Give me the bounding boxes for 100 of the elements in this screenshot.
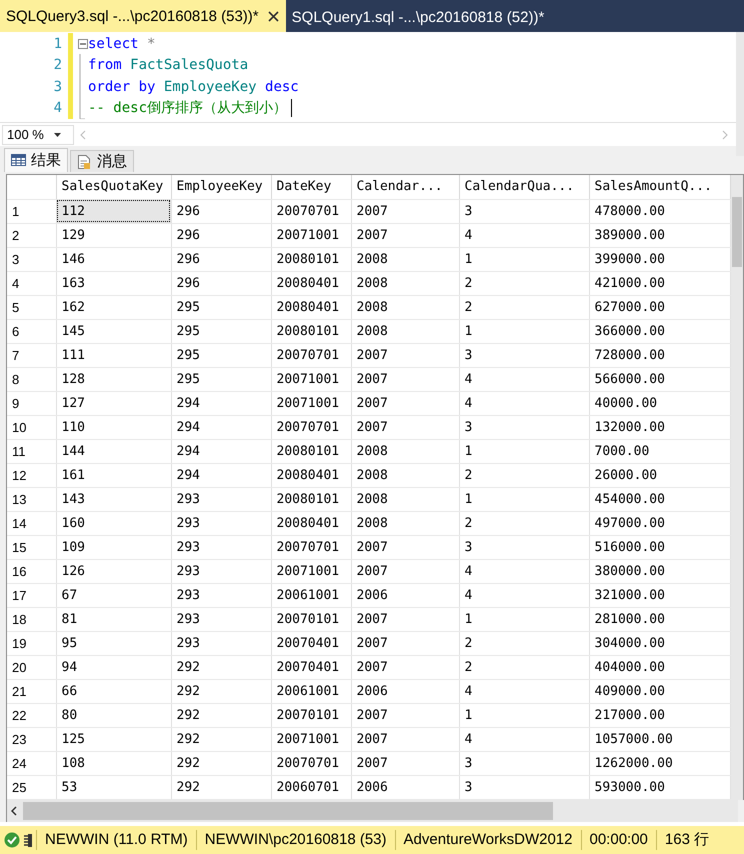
table-cell: 296 xyxy=(171,199,271,223)
table-cell: 2007 xyxy=(351,559,459,583)
table-cell: 20070701 xyxy=(271,535,351,559)
table-cell: 95 xyxy=(56,631,171,655)
row-number[interactable]: 14 xyxy=(7,511,56,535)
table-cell: 20080401 xyxy=(271,463,351,487)
column-header[interactable]: CalendarQua... xyxy=(459,175,589,199)
table-cell: 161 xyxy=(56,463,171,487)
table-cell: 296 xyxy=(171,271,271,295)
row-number[interactable]: 22 xyxy=(7,703,56,727)
table-cell: 20080401 xyxy=(271,511,351,535)
table-cell: 128 xyxy=(56,367,171,391)
row-number[interactable]: 19 xyxy=(7,631,56,655)
table-cell: 94 xyxy=(56,655,171,679)
row-number[interactable]: 9 xyxy=(7,391,56,415)
table-cell: 421000.00 xyxy=(589,271,730,295)
row-number[interactable]: 18 xyxy=(7,607,56,631)
table-cell: 143 xyxy=(56,487,171,511)
code-line: -- desc倒序排序（从大到小） xyxy=(88,99,292,118)
row-number[interactable]: 4 xyxy=(7,271,56,295)
table-cell: 292 xyxy=(171,679,271,703)
row-number[interactable]: 24 xyxy=(7,751,56,775)
row-number[interactable]: 13 xyxy=(7,487,56,511)
result-tab[interactable]: 结果 xyxy=(4,148,68,172)
dropdown-arrow-icon xyxy=(54,132,61,136)
row-number[interactable]: 16 xyxy=(7,559,56,583)
document-tab[interactable]: SQLQuery3.sql -...\pc20160818 (53))* xyxy=(0,0,286,32)
close-icon[interactable] xyxy=(266,10,280,22)
table-cell: 321000.00 xyxy=(589,583,730,607)
row-number[interactable]: 25 xyxy=(7,775,56,799)
code-line: order by EmployeeKey desc xyxy=(88,78,299,95)
table-cell: 4 xyxy=(459,391,589,415)
table-cell: 2 xyxy=(459,655,589,679)
table-cell: 409000.00 xyxy=(589,679,730,703)
table-cell: 296 xyxy=(171,223,271,247)
column-header[interactable]: SalesQuotaKey xyxy=(56,175,171,199)
document-icon xyxy=(77,154,92,168)
table-cell: 2 xyxy=(459,271,589,295)
row-number[interactable]: 11 xyxy=(7,439,56,463)
table-cell: 2007 xyxy=(351,631,459,655)
collapse-icon[interactable] xyxy=(78,38,88,49)
table-cell: 3 xyxy=(459,775,589,799)
table-cell: 399000.00 xyxy=(589,247,730,271)
row-number[interactable]: 12 xyxy=(7,463,56,487)
table-cell: 1 xyxy=(459,607,589,631)
table-cell: 163 xyxy=(56,271,171,295)
row-number[interactable]: 7 xyxy=(7,343,56,367)
table-cell: 2008 xyxy=(351,295,459,319)
row-number[interactable]: 5 xyxy=(7,295,56,319)
vertical-scrollbar[interactable] xyxy=(736,32,744,156)
table-cell: 295 xyxy=(171,343,271,367)
vertical-scrollbar[interactable] xyxy=(731,175,743,800)
column-header[interactable]: EmployeeKey xyxy=(171,175,271,199)
table-cell: 292 xyxy=(171,703,271,727)
row-number[interactable]: 20 xyxy=(7,655,56,679)
row-number[interactable]: 21 xyxy=(7,679,56,703)
table-cell: 293 xyxy=(171,631,271,655)
row-number[interactable]: 17 xyxy=(7,583,56,607)
table-cell: 7000.00 xyxy=(589,439,730,463)
document-tab[interactable]: SQLQuery1.sql -...\pc20160818 (52))* xyxy=(286,3,550,32)
table-cell: 516000.00 xyxy=(589,535,730,559)
table-cell: 144 xyxy=(56,439,171,463)
column-header[interactable]: SalesAmountQ... xyxy=(589,175,730,199)
table-cell: 1 xyxy=(459,487,589,511)
table-cell: 728000.00 xyxy=(589,343,730,367)
table-cell: 2007 xyxy=(351,415,459,439)
table-cell: 20070101 xyxy=(271,703,351,727)
row-number[interactable]: 10 xyxy=(7,415,56,439)
table-cell: 20071001 xyxy=(271,727,351,751)
row-number[interactable]: 2 xyxy=(7,223,56,247)
table-cell: 20070701 xyxy=(271,199,351,223)
row-number[interactable]: 6 xyxy=(7,319,56,343)
row-number[interactable]: 1 xyxy=(7,199,56,223)
table-cell: 295 xyxy=(171,319,271,343)
column-header[interactable]: Calendar... xyxy=(351,175,459,199)
table-cell: 2007 xyxy=(351,751,459,775)
table-cell: 2008 xyxy=(351,319,459,343)
table-cell: 380000.00 xyxy=(589,559,730,583)
row-number[interactable]: 23 xyxy=(7,727,56,751)
table-cell: 146 xyxy=(56,247,171,271)
table-cell: 4 xyxy=(459,583,589,607)
line-number: 2 xyxy=(52,57,63,74)
status-text: AdventureWorksDW2012 xyxy=(394,830,580,850)
result-tab[interactable]: 消息 xyxy=(70,150,134,172)
row-number[interactable]: 15 xyxy=(7,535,56,559)
table-cell: 53 xyxy=(56,775,171,799)
row-number[interactable]: 3 xyxy=(7,247,56,271)
table-cell: 4 xyxy=(459,367,589,391)
row-number[interactable]: 8 xyxy=(7,367,56,391)
table-cell: 1 xyxy=(459,703,589,727)
column-header[interactable]: DateKey xyxy=(271,175,351,199)
table-cell: 2008 xyxy=(351,511,459,535)
table-cell: 1 xyxy=(459,439,589,463)
zoom-dropdown[interactable]: 100 % xyxy=(2,124,74,144)
table-cell: 292 xyxy=(171,775,271,799)
table-cell: 294 xyxy=(171,391,271,415)
table-cell: 2 xyxy=(459,631,589,655)
table-cell: 20070401 xyxy=(271,631,351,655)
table-cell: 20070101 xyxy=(271,607,351,631)
status-text: 00:00:00 xyxy=(580,830,656,850)
